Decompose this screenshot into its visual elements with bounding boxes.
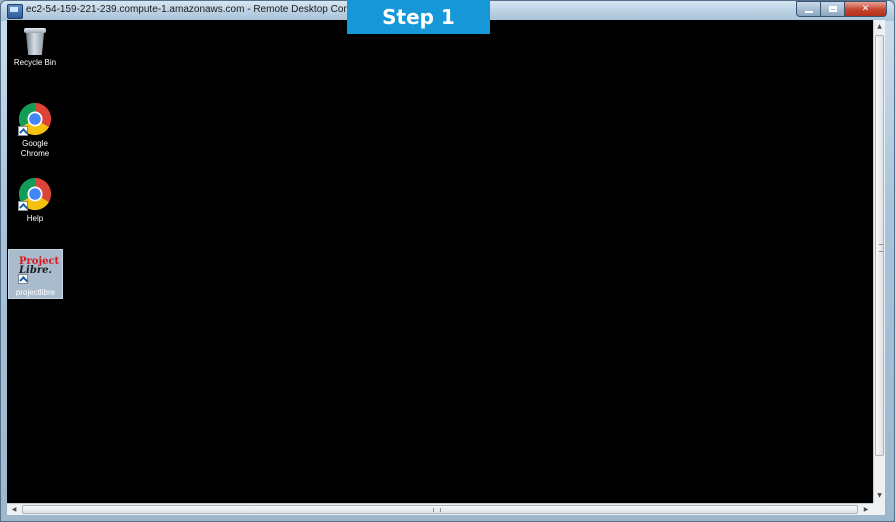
desktop-icon-help[interactable]: Help xyxy=(7,177,63,224)
recycle-bin-icon xyxy=(24,25,46,55)
horizontal-scroll-thumb[interactable] xyxy=(22,505,858,514)
scroll-left-arrow-icon[interactable]: ◀ xyxy=(7,504,21,515)
vertical-scroll-thumb[interactable] xyxy=(875,35,884,456)
window-controls: ✕ xyxy=(796,1,887,17)
scroll-up-arrow-icon[interactable]: ▲ xyxy=(874,20,885,34)
chrome-icon xyxy=(18,102,52,136)
desktop-icon-label: Recycle Bin xyxy=(13,58,57,67)
vertical-scrollbar[interactable]: ▲ ▼ xyxy=(873,20,885,503)
scrollbar-corner xyxy=(873,503,885,515)
step-banner: Step 1 xyxy=(347,0,490,34)
desktop-icon-label-line2: Chrome xyxy=(20,149,50,158)
desktop-icon-label: Help xyxy=(26,214,44,223)
desktop-icon-label-line1: Google xyxy=(22,139,48,148)
grip-icon xyxy=(433,508,441,512)
remote-desktop[interactable]: Recycle Bin Google Chrome Help Project L… xyxy=(7,20,873,503)
shortcut-arrow-icon xyxy=(18,201,28,211)
desktop-icon-recycle-bin[interactable]: Recycle Bin xyxy=(7,25,63,68)
desktop-icon-projectlibre[interactable]: Project Libre. projectlibre xyxy=(8,249,63,299)
scroll-right-arrow-icon[interactable]: ▶ xyxy=(859,504,873,515)
horizontal-scrollbar[interactable]: ◀ ▶ xyxy=(7,503,873,515)
chrome-icon xyxy=(18,177,52,211)
close-icon: ✕ xyxy=(861,4,870,14)
desktop-icon-label: projectlibre xyxy=(15,288,56,297)
shortcut-arrow-icon xyxy=(18,126,28,136)
window-title: ec2-54-159-221-239.compute-1.amazonaws.c… xyxy=(26,4,382,15)
desktop-icon-google-chrome[interactable]: Google Chrome xyxy=(7,102,63,159)
scroll-down-arrow-icon[interactable]: ▼ xyxy=(874,489,885,503)
grip-icon xyxy=(879,244,883,252)
maximize-button[interactable] xyxy=(821,1,845,17)
minimize-button[interactable] xyxy=(796,1,821,17)
close-button[interactable]: ✕ xyxy=(845,1,887,17)
maximize-icon xyxy=(828,6,837,12)
remote-desktop-icon[interactable] xyxy=(7,4,23,19)
minimize-icon xyxy=(804,10,813,13)
shortcut-arrow-icon xyxy=(18,274,28,284)
